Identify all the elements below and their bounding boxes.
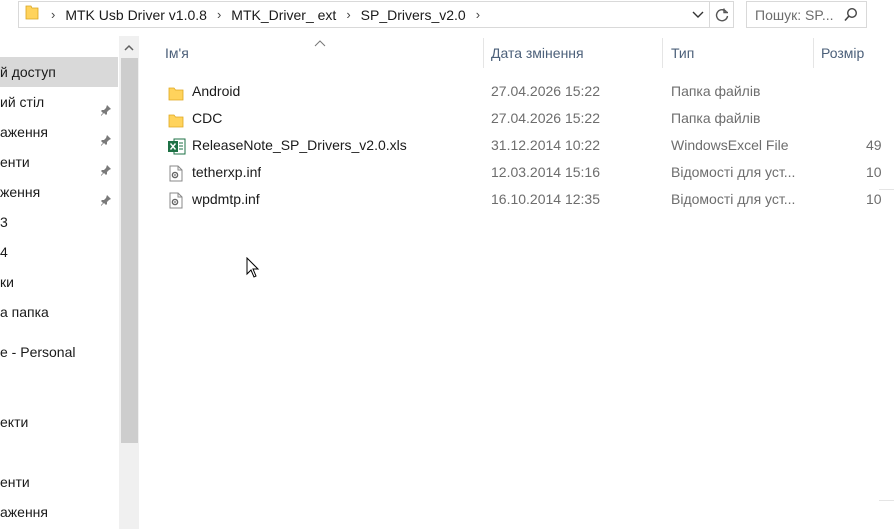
- refresh-icon: [715, 8, 728, 21]
- file-date: 12.03.2014 15:16: [491, 164, 600, 180]
- pin-icon: [100, 156, 112, 177]
- search-icon[interactable]: [844, 7, 858, 28]
- file-type: Відомості для уст...: [671, 164, 796, 180]
- breadcrumb-item[interactable]: SP_Drivers_v2.0: [357, 7, 470, 23]
- file-name: ReleaseNote_SP_Drivers_v2.0.xls: [192, 137, 407, 153]
- file-date: 31.12.2014 10:22: [491, 137, 600, 153]
- nav-item-folder-ki[interactable]: ки: [0, 267, 118, 297]
- nav-item-onedrive-personal[interactable]: e - Personal: [0, 337, 118, 367]
- file-type: Відомості для уст...: [671, 191, 796, 207]
- nav-item-folder-4[interactable]: 4: [0, 237, 118, 267]
- search-input[interactable]: [755, 6, 845, 23]
- column-divider[interactable]: [662, 38, 663, 68]
- file-size: 10: [866, 191, 882, 207]
- file-type: Папка файлів: [671, 110, 761, 126]
- address-bar[interactable]: › MTK Usb Driver v1.0.8 › MTK_Driver_ ex…: [18, 1, 710, 28]
- nav-item-label: й доступ: [0, 64, 56, 80]
- setup-info-file-icon: [168, 191, 184, 218]
- folder-icon: [25, 4, 39, 25]
- nav-item-label: аження: [0, 504, 48, 520]
- column-header-size[interactable]: Розмір: [821, 40, 891, 66]
- pane-divider: [879, 189, 894, 190]
- file-type: Папка файлів: [671, 83, 761, 99]
- file-size: 10: [866, 164, 882, 180]
- file-date: 27.04.2026 15:22: [491, 110, 600, 126]
- chevron-right-icon[interactable]: ›: [340, 7, 356, 22]
- nav-item-downloads-pc[interactable]: аження: [0, 497, 118, 527]
- nav-item-label: ки: [0, 274, 14, 290]
- nav-item-label: аження: [0, 124, 48, 140]
- pin-icon: [100, 126, 112, 147]
- nav-item-folder-3[interactable]: 3: [0, 207, 118, 237]
- nav-item-label: 4: [0, 244, 8, 260]
- file-type: WindowsExcel File: [671, 137, 789, 153]
- nav-item-label: ий стіл: [0, 94, 45, 110]
- nav-item-desktop[interactable]: ий стіл: [0, 87, 118, 117]
- breadcrumb-item[interactable]: MTK_Driver_ ext: [227, 7, 340, 23]
- file-date: 27.04.2026 15:22: [491, 83, 600, 99]
- file-name: tetherxp.inf: [192, 164, 262, 180]
- nav-item-pictures[interactable]: ження: [0, 177, 118, 207]
- nav-item-label: екти: [0, 414, 29, 430]
- file-row-wpdmtp[interactable]: wpdmtp.inf 16.10.2014 12:35 Відомості дл…: [162, 186, 894, 213]
- chevron-right-icon[interactable]: ›: [470, 7, 486, 22]
- file-row-tetherxp[interactable]: tetherxp.inf 12.03.2014 15:16 Відомості …: [162, 159, 894, 186]
- file-name: wpdmtp.inf: [192, 191, 260, 207]
- file-row-android[interactable]: Android 27.04.2026 15:22 Папка файлів: [162, 78, 894, 105]
- chevron-right-icon[interactable]: ›: [45, 7, 61, 22]
- nav-item-folder-papka[interactable]: а папка: [0, 297, 118, 327]
- nav-item-label: e - Personal: [0, 344, 76, 360]
- nav-item-label: енти: [0, 474, 30, 490]
- scrollbar-thumb[interactable]: [121, 58, 138, 443]
- pin-icon: [100, 96, 112, 117]
- file-date: 16.10.2014 12:35: [491, 191, 600, 207]
- column-header-type[interactable]: Тип: [671, 40, 811, 66]
- column-divider[interactable]: [813, 38, 814, 68]
- nav-item-documents-pc[interactable]: енти: [0, 467, 118, 497]
- nav-item-label: а папка: [0, 304, 49, 320]
- nav-item-label: 3: [0, 214, 8, 230]
- mouse-cursor-icon: [246, 256, 260, 283]
- nav-item-label: ження: [0, 184, 41, 200]
- address-history-dropdown[interactable]: [689, 4, 707, 25]
- file-row-releasenote[interactable]: ReleaseNote_SP_Drivers_v2.0.xls 31.12.20…: [162, 132, 894, 159]
- chevron-up-icon: [124, 44, 134, 51]
- file-size: 49: [866, 137, 882, 153]
- refresh-button[interactable]: [710, 1, 734, 28]
- breadcrumb-item[interactable]: MTK Usb Driver v1.0.8: [61, 7, 211, 23]
- file-name: Android: [192, 83, 241, 99]
- file-name: CDC: [192, 110, 223, 126]
- nav-item-label: енти: [0, 154, 30, 170]
- nav-item-quick-access[interactable]: й доступ: [0, 57, 118, 87]
- nav-item-downloads[interactable]: аження: [0, 117, 118, 147]
- search-box[interactable]: [746, 1, 867, 28]
- column-divider[interactable]: [483, 38, 484, 68]
- chevron-right-icon[interactable]: ›: [211, 7, 227, 22]
- chevron-down-icon: [692, 11, 704, 18]
- file-row-cdc[interactable]: CDC 27.04.2026 15:22 Папка файлів: [162, 105, 894, 132]
- nav-item-documents[interactable]: енти: [0, 147, 118, 177]
- scroll-up-button[interactable]: [119, 36, 139, 58]
- column-header-date[interactable]: Дата змінення: [491, 40, 661, 66]
- pane-divider: [879, 500, 894, 501]
- pin-icon: [100, 186, 112, 207]
- nav-item-3d-objects[interactable]: екти: [0, 407, 118, 437]
- column-header-name[interactable]: Ім'я: [165, 40, 480, 66]
